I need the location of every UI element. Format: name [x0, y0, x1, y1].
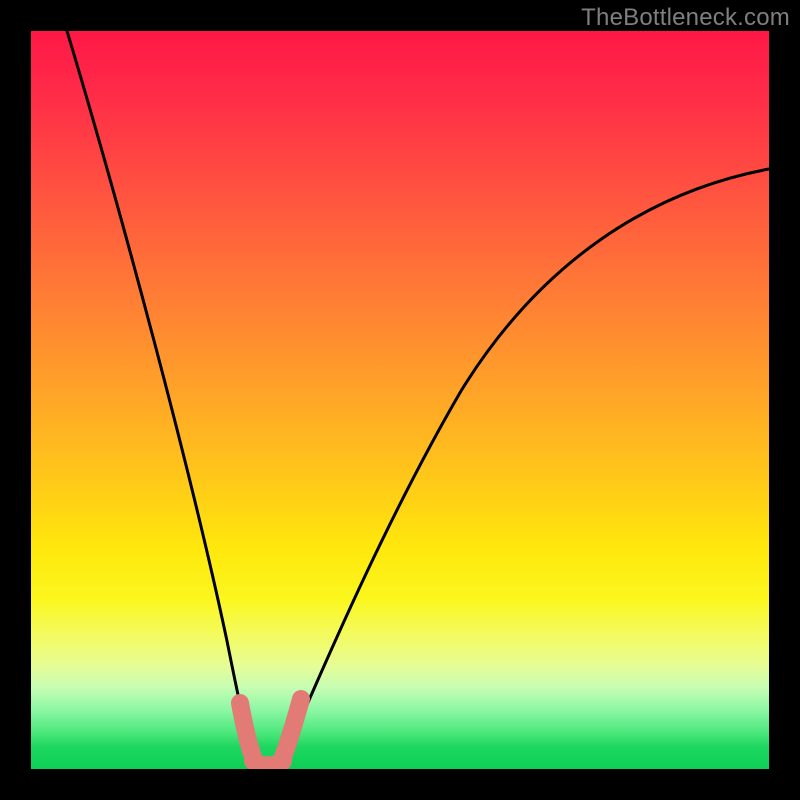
bottleneck-curve	[67, 31, 769, 767]
plot-area	[31, 31, 769, 769]
watermark-text: TheBottleneck.com	[581, 4, 790, 32]
curve-layer	[31, 31, 769, 769]
highlight-min	[240, 699, 301, 766]
chart-frame: TheBottleneck.com	[0, 0, 800, 800]
